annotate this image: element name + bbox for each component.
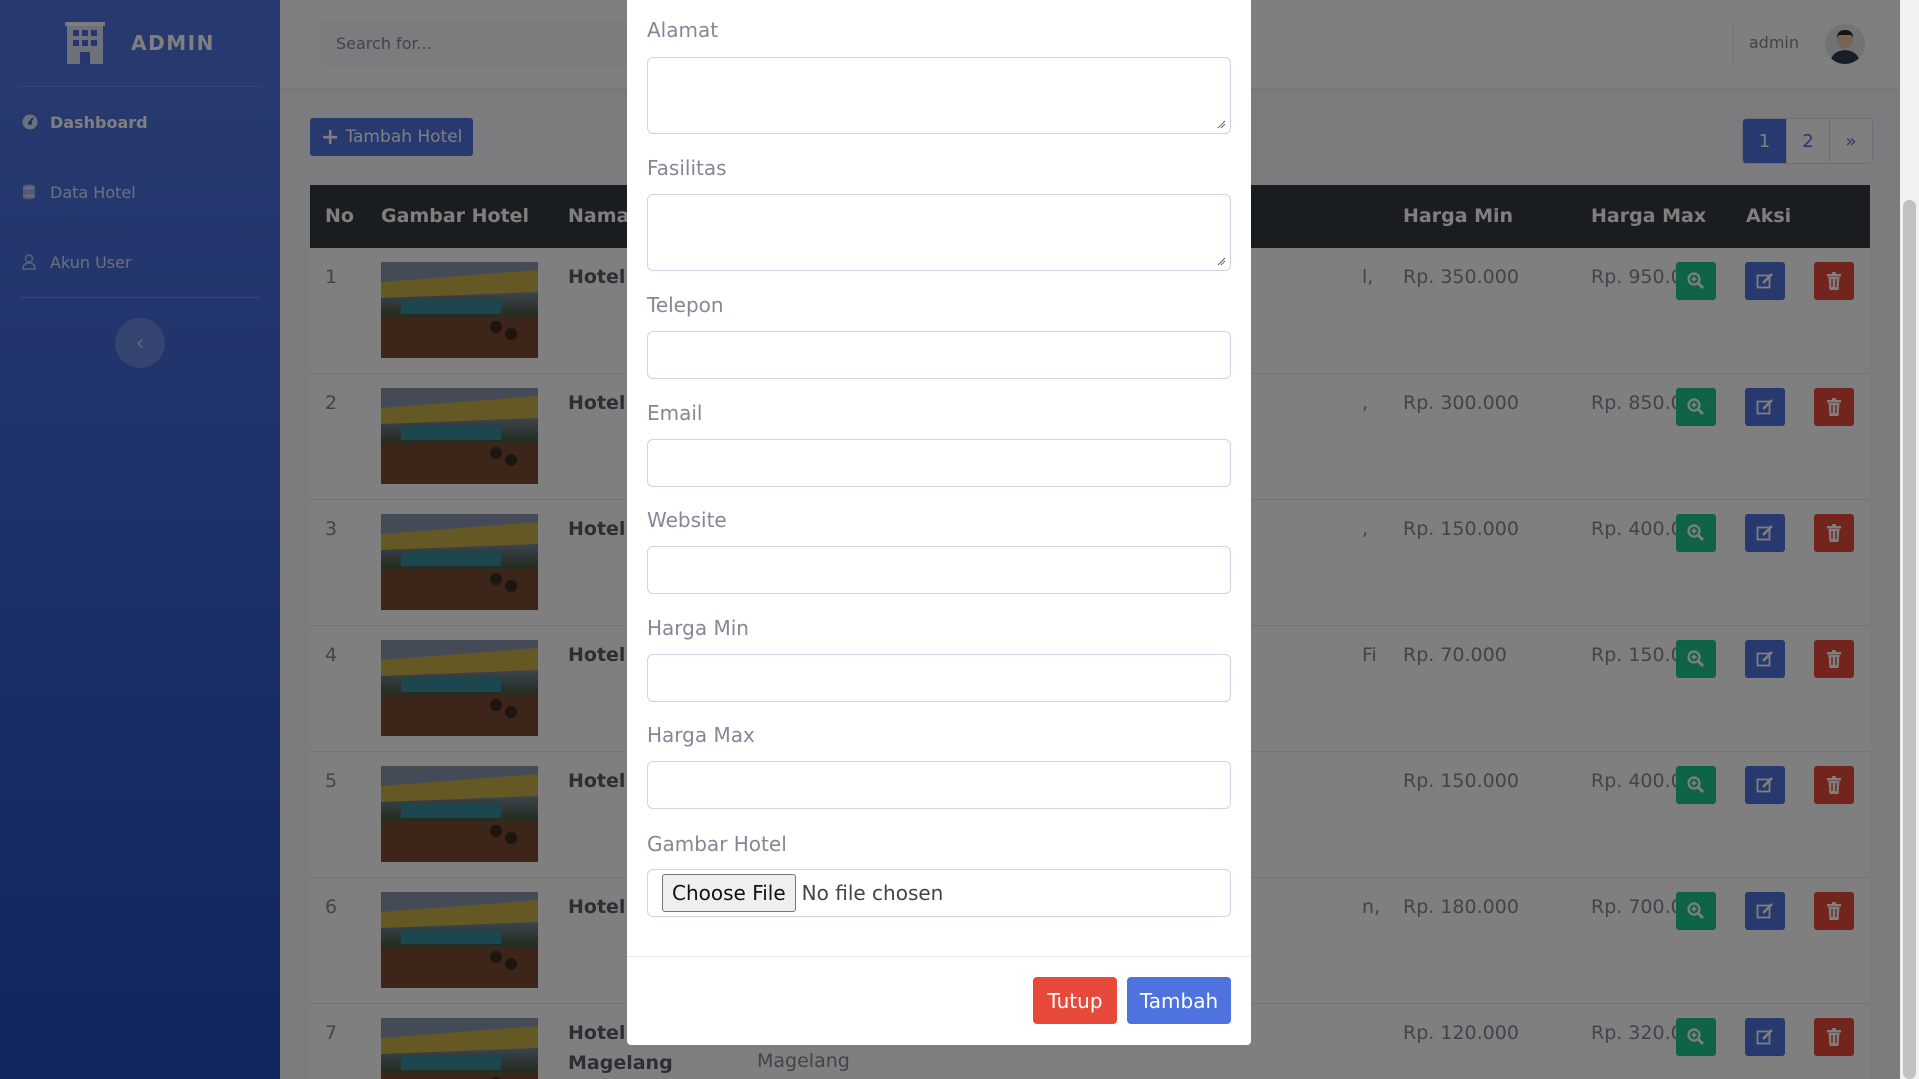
file-input[interactable]: Choose File No file chosen — [647, 869, 1231, 917]
field-container — [647, 194, 1231, 271]
field-label: Harga Min — [647, 616, 749, 640]
field-container — [647, 331, 1231, 379]
field-container — [647, 654, 1231, 702]
field-label: Fasilitas — [647, 156, 727, 180]
field-container — [647, 57, 1231, 134]
field-label: Harga Max — [647, 723, 755, 747]
resize-handle-icon[interactable] — [1216, 256, 1226, 266]
telepon-input[interactable] — [648, 332, 1230, 378]
harga-max-input[interactable] — [648, 762, 1230, 808]
field-label: Alamat — [647, 18, 719, 42]
field-container — [647, 546, 1231, 594]
close-button[interactable]: Tutup — [1033, 977, 1117, 1024]
field-container — [647, 761, 1231, 809]
scrollbar-thumb[interactable] — [1903, 200, 1916, 1079]
field-label: Website — [647, 508, 727, 532]
modal-footer-divider — [627, 956, 1251, 957]
scrollbar[interactable] — [1900, 0, 1919, 1079]
field-label: Gambar Hotel — [647, 832, 787, 856]
fasilitas-textarea[interactable] — [648, 195, 1230, 270]
add-hotel-modal: Alamat Fasilitas Telepon Email Website Harg… — [627, 0, 1251, 1045]
website-input[interactable] — [648, 547, 1230, 593]
submit-button[interactable]: Tambah — [1127, 977, 1231, 1024]
harga-min-input[interactable] — [648, 655, 1230, 701]
file-status: No file chosen — [801, 881, 944, 905]
field-label: Email — [647, 401, 703, 425]
alamat-textarea[interactable] — [648, 58, 1230, 133]
field-label: Telepon — [647, 293, 724, 317]
resize-handle-icon[interactable] — [1216, 119, 1226, 129]
choose-file-button[interactable]: Choose File — [662, 874, 796, 912]
field-container — [647, 439, 1231, 487]
email-input[interactable] — [648, 440, 1230, 486]
